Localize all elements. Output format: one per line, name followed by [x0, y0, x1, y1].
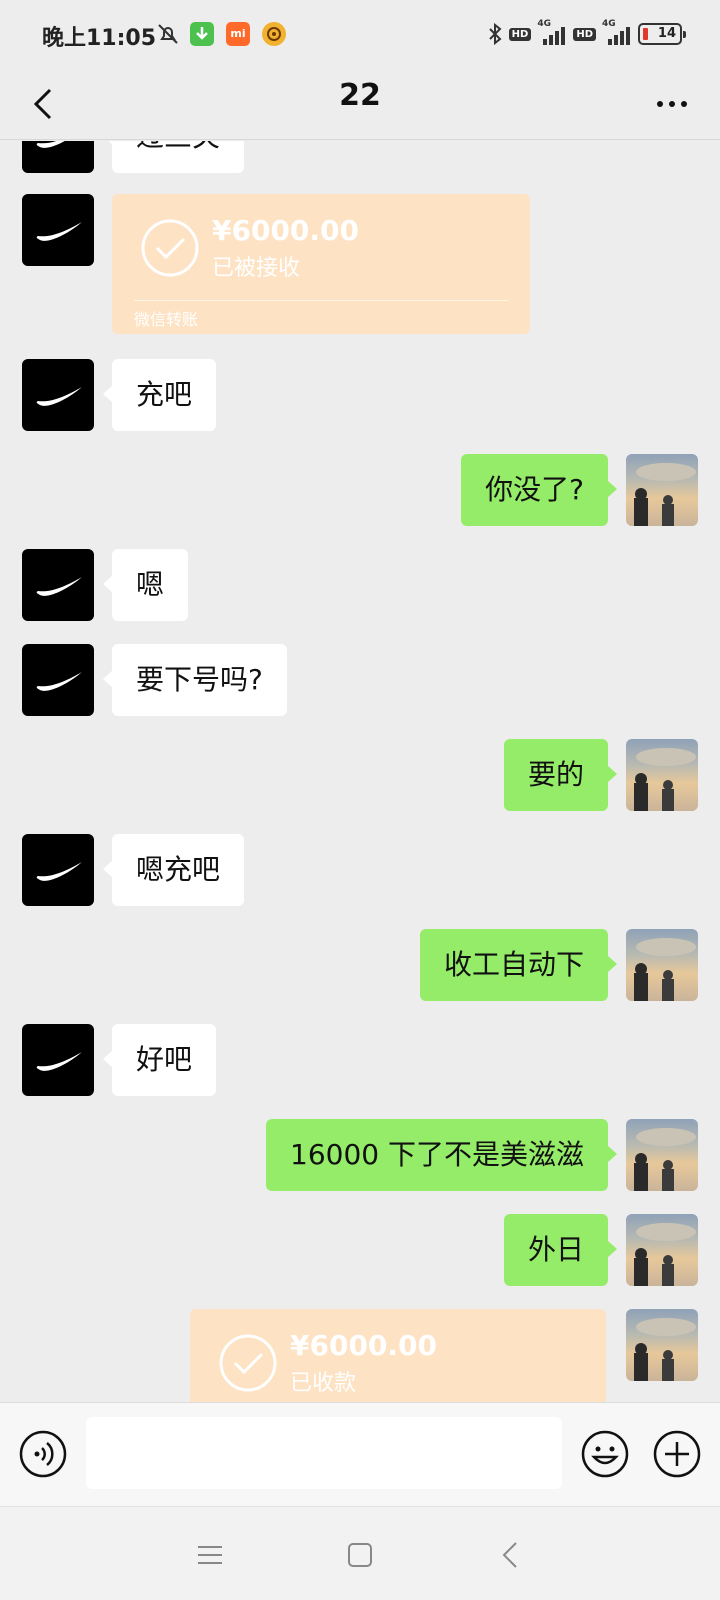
- status-time: 晚上11:05: [42, 26, 157, 51]
- plus-icon: [653, 1430, 701, 1478]
- transfer-card[interactable]: ¥6000.00 已被接收 微信转账: [112, 194, 530, 334]
- status-indicators: HD 4G HD 4G 14: [487, 19, 686, 48]
- signal-icon: 4G: [537, 19, 567, 45]
- hd-badge: HD: [508, 27, 532, 41]
- emoji-button[interactable]: [580, 1429, 630, 1479]
- message-bubble[interactable]: 充吧: [102, 359, 217, 431]
- contact-avatar[interactable]: [22, 549, 94, 621]
- message-input[interactable]: [86, 1417, 562, 1489]
- message-bubble[interactable]: 嗯: [102, 549, 189, 621]
- contact-avatar[interactable]: [22, 834, 94, 906]
- message-bubble[interactable]: 要下号吗?: [103, 644, 287, 716]
- message-bubble[interactable]: 收工自动下: [419, 929, 618, 1001]
- user-avatar[interactable]: [626, 929, 698, 1001]
- network-type-label: 4G: [537, 19, 551, 29]
- message-bubble[interactable]: 好吧: [102, 1024, 217, 1096]
- contact-avatar[interactable]: [22, 644, 94, 716]
- network-type-label-2: 4G: [602, 19, 616, 29]
- contact-avatar[interactable]: [22, 141, 94, 173]
- voice-icon: [19, 1430, 67, 1478]
- chat-title: 22: [339, 78, 381, 113]
- home-icon: [348, 1543, 372, 1567]
- message-bubble[interactable]: 嗯充吧: [102, 834, 245, 906]
- user-avatar[interactable]: [626, 1119, 698, 1191]
- contact-avatar[interactable]: [22, 1024, 94, 1096]
- emoji-icon: [581, 1430, 629, 1478]
- battery-icon: 14: [638, 23, 686, 45]
- transfer-footer: 微信转账: [134, 310, 199, 329]
- menu-button[interactable]: [190, 1535, 230, 1575]
- bluetooth-icon: [488, 22, 502, 46]
- signal-icon-2: 4G: [602, 19, 632, 45]
- user-avatar[interactable]: [626, 454, 698, 526]
- status-bar: 晚上11:05 mi HD 4G HD 4G 14: [0, 0, 720, 68]
- check-circle-icon: [140, 218, 200, 278]
- transfer-card[interactable]: ¥6000.00 已收款: [190, 1309, 606, 1402]
- system-nav-bar: [0, 1506, 720, 1600]
- input-bar: [0, 1402, 720, 1506]
- message-bubble[interactable]: 外日: [503, 1214, 618, 1286]
- download-icon: [190, 22, 214, 46]
- voice-button[interactable]: [18, 1429, 68, 1479]
- message-bubble[interactable]: 要的: [503, 739, 618, 811]
- home-button[interactable]: [340, 1535, 380, 1575]
- message-bubble[interactable]: 过三关: [102, 141, 245, 173]
- app-notification-icon: [262, 22, 286, 46]
- battery-level: 14: [657, 26, 676, 41]
- check-circle-icon: [218, 1333, 278, 1393]
- mute-bell-icon: [156, 22, 180, 46]
- nav-back-button[interactable]: [492, 1535, 532, 1575]
- back-icon: [502, 1542, 517, 1568]
- transfer-divider: [134, 300, 508, 301]
- transfer-amount: ¥6000.00: [212, 214, 360, 247]
- mi-app-icon: mi: [226, 22, 250, 46]
- more-button[interactable]: [648, 80, 696, 128]
- message-bubble[interactable]: 16000 下了不是美滋滋: [266, 1119, 617, 1191]
- message-list[interactable]: 过三关 ¥6000.00 已被接收 微信转账 充吧 你没了? 嗯 要下号吗? 要…: [0, 141, 720, 1402]
- contact-avatar[interactable]: [22, 194, 94, 266]
- user-avatar[interactable]: [626, 1214, 698, 1286]
- transfer-status: 已被接收: [212, 256, 301, 281]
- transfer-status: 已收款: [290, 1371, 357, 1396]
- user-avatar[interactable]: [626, 1309, 698, 1381]
- transfer-amount: ¥6000.00: [290, 1329, 438, 1362]
- menu-icon: [198, 1546, 222, 1564]
- plus-button[interactable]: [652, 1429, 702, 1479]
- chat-header: 22: [0, 68, 720, 140]
- hd-badge-2: HD: [573, 27, 596, 41]
- user-avatar[interactable]: [626, 739, 698, 811]
- contact-avatar[interactable]: [22, 359, 94, 431]
- message-bubble[interactable]: 你没了?: [461, 454, 617, 526]
- more-icon: [657, 101, 663, 107]
